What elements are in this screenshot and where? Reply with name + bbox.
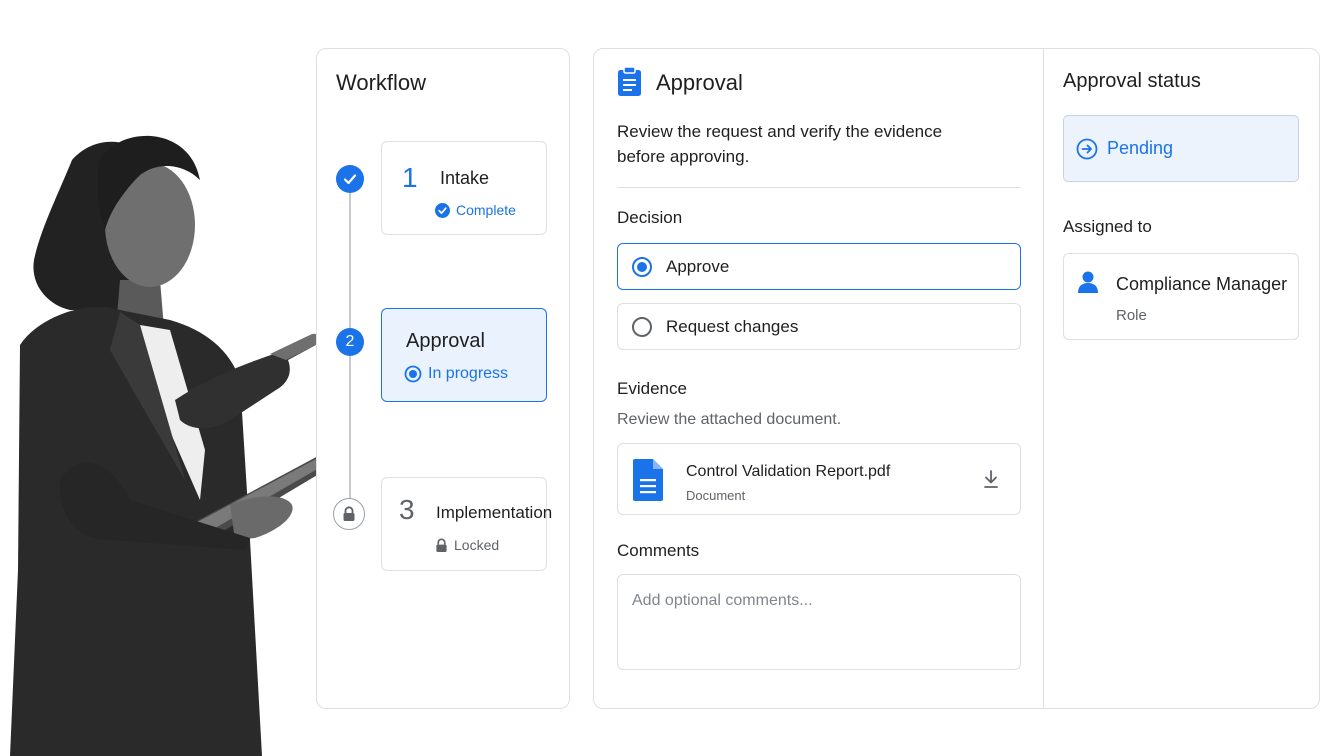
approval-description: Review the request and verify the eviden… <box>617 119 997 169</box>
option-label: Request changes <box>666 316 799 336</box>
step-number: 1 <box>402 162 418 193</box>
panel-divider <box>1043 49 1044 708</box>
arrow-circle-right-icon <box>1076 138 1098 159</box>
assignee-card[interactable]: Compliance Manager Role <box>1063 253 1299 340</box>
approve-radio[interactable] <box>632 256 652 277</box>
step-name: Intake <box>440 168 490 188</box>
check-icon <box>343 174 357 185</box>
evidence-file[interactable]: Control Validation Report.pdf Document <box>617 443 1021 515</box>
lock-icon <box>343 506 355 521</box>
step-status-text: Complete <box>456 202 516 218</box>
presenter-photo <box>10 135 334 756</box>
step-card-intake[interactable]: 1 Intake Complete <box>381 141 547 235</box>
clipboard-icon <box>618 66 641 96</box>
status-badge: Pending <box>1063 115 1299 182</box>
step-card-implementation[interactable]: 3 Implementation Locked <box>381 477 552 571</box>
download-icon[interactable] <box>982 469 1000 489</box>
status-value: Pending <box>1107 138 1174 158</box>
workflow-title: Workflow <box>336 70 427 95</box>
step-status: Locked <box>435 537 499 553</box>
assignee-name: Compliance Manager <box>1116 274 1288 294</box>
step-status-text: In progress <box>428 365 509 382</box>
comments-input[interactable] <box>617 574 1021 670</box>
file-name: Control Validation Report.pdf <box>686 463 891 480</box>
evidence-label: Evidence <box>617 379 687 398</box>
request-changes-option[interactable]: Request changes <box>617 303 1021 350</box>
assignee-role: Role <box>1116 307 1147 324</box>
approval-panel: Approval Review the request and verify t… <box>593 48 1320 709</box>
option-label: Approve <box>666 256 730 276</box>
file-type: Document <box>686 488 746 503</box>
approve-option[interactable]: Approve <box>617 243 1021 290</box>
step-name: Approval <box>406 330 485 352</box>
check-circle-icon <box>435 202 450 218</box>
request-changes-radio[interactable] <box>632 316 652 337</box>
step-status: In progress <box>404 365 508 383</box>
approval-title: Approval <box>656 70 743 95</box>
lock-icon <box>436 538 447 552</box>
description-line: before approving. <box>617 147 750 166</box>
decision-label: Decision <box>617 208 683 227</box>
step-1-complete-node <box>336 165 364 193</box>
assigned-to-label: Assigned to <box>1063 217 1152 236</box>
step-name: Implementation <box>436 503 553 522</box>
step-card-approval[interactable]: Approval In progress <box>381 308 547 402</box>
person-icon <box>1078 271 1098 293</box>
radio-in-progress-icon <box>404 365 422 383</box>
section-divider <box>617 187 1021 188</box>
comments-label: Comments <box>617 541 700 560</box>
step-status: Complete <box>435 202 516 218</box>
evidence-hint: Review the attached document. <box>617 411 842 428</box>
step-2-node: 2 <box>336 328 364 356</box>
document-icon <box>633 459 663 501</box>
step-status-text: Locked <box>454 537 500 553</box>
workflow-panel: Workflow 1 Intake Complete 2 Approval In… <box>316 48 570 709</box>
step-3-locked-node <box>333 498 365 530</box>
description-line: Review the request and verify the eviden… <box>617 122 943 141</box>
step-number: 3 <box>399 494 415 525</box>
approval-status-title: Approval status <box>1063 70 1201 92</box>
